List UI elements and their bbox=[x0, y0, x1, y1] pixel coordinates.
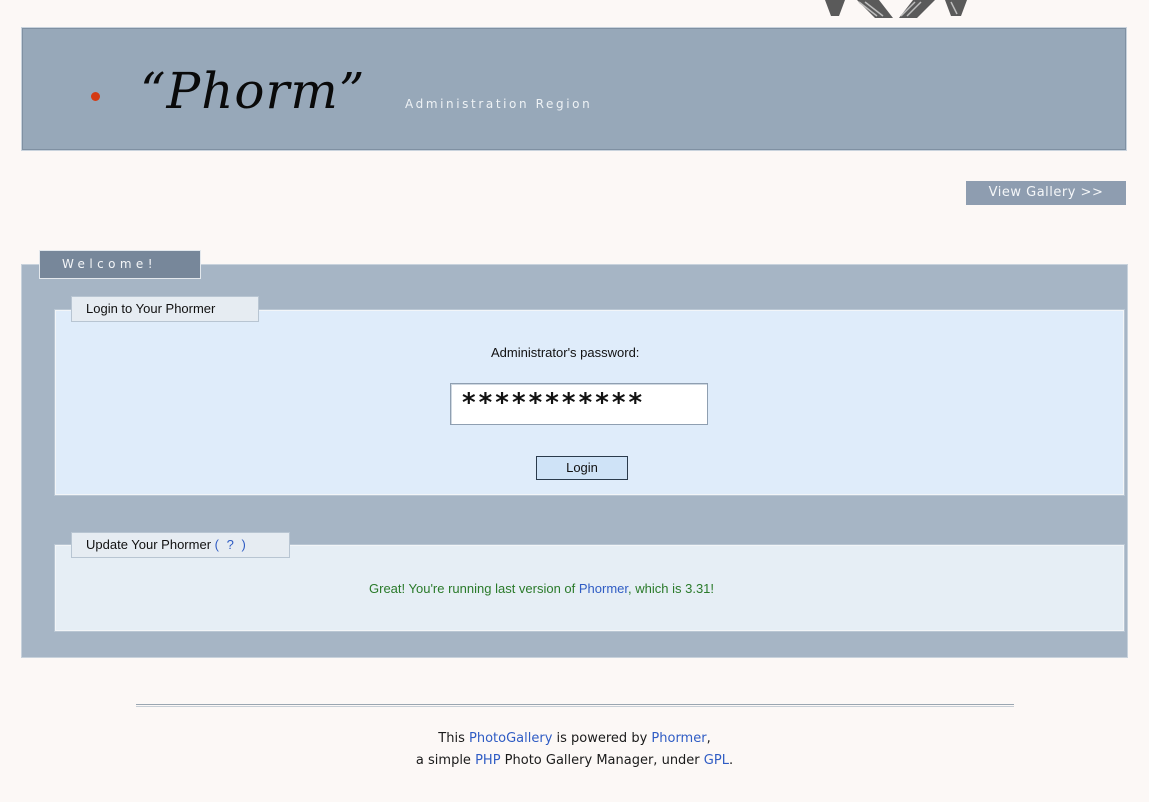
help-link[interactable]: ( ? ) bbox=[215, 537, 248, 552]
update-message-prefix: Great! You're running last version of bbox=[369, 581, 579, 596]
footer-text: is powered by bbox=[552, 731, 652, 746]
gpl-link[interactable]: GPL bbox=[704, 753, 729, 768]
photogallery-link[interactable]: PhotoGallery bbox=[469, 731, 552, 746]
login-button[interactable]: Login bbox=[536, 456, 628, 480]
welcome-tab: Welcome! bbox=[39, 250, 201, 279]
footer-text: This bbox=[438, 731, 469, 746]
phormer-link[interactable]: Phormer bbox=[579, 581, 628, 596]
decorative-top-icon bbox=[825, 0, 967, 18]
footer-text: , bbox=[706, 731, 711, 746]
login-legend: Login to Your Phormer bbox=[71, 296, 259, 322]
footer-line-1: This PhotoGallery is powered by Phormer, bbox=[0, 728, 1149, 750]
phormer-footer-link[interactable]: Phormer bbox=[651, 731, 706, 746]
footer-text: a simple bbox=[415, 753, 476, 768]
footer-text: Photo Gallery Manager, under bbox=[500, 753, 704, 768]
update-message-suffix: , which is 3.31! bbox=[628, 581, 715, 596]
update-message: Great! You're running last version of Ph… bbox=[369, 581, 714, 596]
header-banner: “Phorm” Administration Region bbox=[21, 27, 1127, 151]
footer-line-2: a simple PHP Photo Gallery Manager, unde… bbox=[0, 750, 1149, 772]
php-link[interactable]: PHP bbox=[475, 753, 500, 768]
view-gallery-button[interactable]: View Gallery >> bbox=[966, 181, 1126, 205]
password-label: Administrator's password: bbox=[491, 345, 640, 360]
password-input[interactable]: *********** bbox=[450, 383, 708, 425]
bullet-icon bbox=[91, 92, 100, 101]
header-subtitle: Administration Region bbox=[405, 97, 593, 111]
footer-divider bbox=[136, 704, 1014, 707]
footer: This PhotoGallery is powered by Phormer,… bbox=[0, 728, 1149, 772]
update-legend: Update Your Phormer ( ? ) bbox=[71, 532, 290, 558]
update-legend-label: Update Your Phormer bbox=[86, 537, 212, 552]
logo-text: “Phorm” bbox=[140, 62, 366, 120]
footer-text: . bbox=[728, 753, 734, 768]
